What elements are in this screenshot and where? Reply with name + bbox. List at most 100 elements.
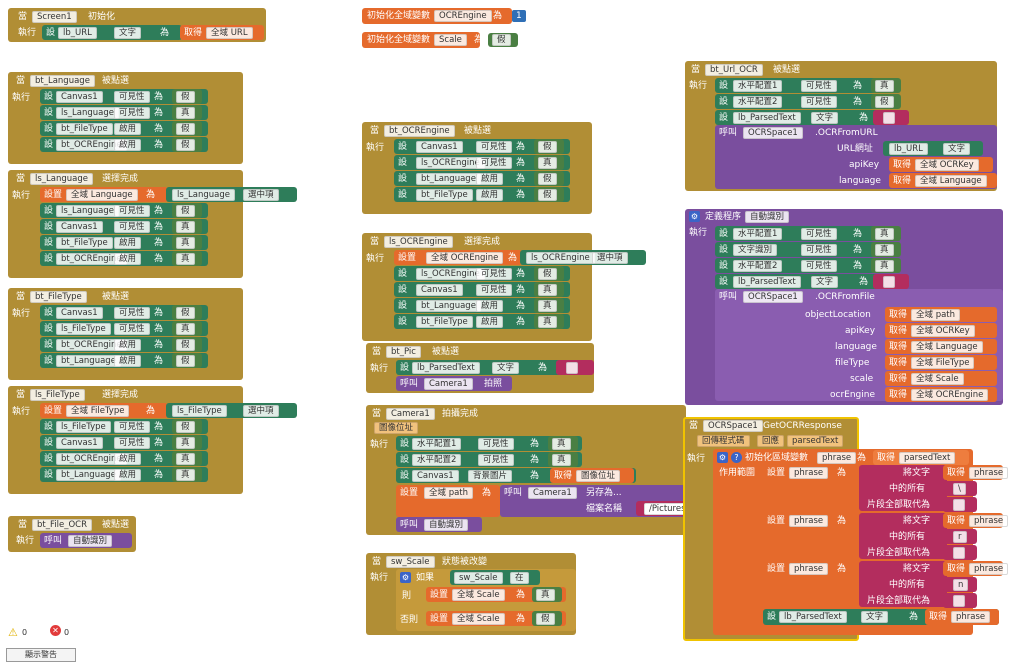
component-dropdown[interactable]: bt_Language — [56, 355, 121, 367]
boolean-dropdown[interactable]: 真 — [176, 237, 195, 249]
component-dropdown[interactable]: ls_Language — [56, 205, 119, 217]
component-dropdown[interactable]: bt_Language — [416, 300, 481, 312]
text-field[interactable] — [883, 276, 895, 288]
boolean-dropdown[interactable]: 真 — [538, 284, 557, 296]
text-field[interactable] — [953, 547, 965, 559]
boolean-dropdown[interactable]: 真 — [176, 323, 195, 335]
boolean-dropdown[interactable]: 真 — [875, 228, 894, 240]
component-dropdown[interactable]: lb_URL — [58, 27, 97, 39]
boolean-dropdown[interactable]: 真 — [176, 437, 195, 449]
variable-dropdown[interactable]: 全域 Scale — [911, 373, 964, 385]
boolean-dropdown[interactable]: 真 — [536, 589, 555, 601]
procedure-dropdown[interactable]: 自動識別 — [424, 519, 469, 531]
variable-dropdown[interactable]: 全域 OCRKey — [915, 159, 979, 171]
text-field[interactable] — [566, 362, 578, 374]
component-dropdown[interactable]: sw_Scale — [454, 572, 503, 584]
property-dropdown[interactable]: 可見性 — [801, 244, 837, 256]
property-dropdown[interactable]: 啟用 — [476, 300, 504, 312]
gear-icon[interactable]: ⚙ — [689, 211, 700, 222]
component-dropdown[interactable]: bt_FileType — [416, 316, 473, 328]
variable-dropdown[interactable]: phrase — [951, 611, 991, 623]
boolean-dropdown[interactable]: 真 — [176, 221, 195, 233]
component-dropdown[interactable]: 水平配置2 — [412, 454, 462, 466]
component-dropdown[interactable]: Canvas1 — [416, 284, 463, 296]
property-dropdown[interactable]: 啟用 — [114, 253, 142, 265]
boolean-dropdown[interactable]: 真 — [538, 300, 557, 312]
text-field[interactable] — [953, 595, 965, 607]
property-dropdown[interactable]: 選中項 — [243, 405, 279, 417]
variable-dropdown[interactable]: parsedText — [899, 452, 956, 464]
help-icon[interactable]: ? — [731, 452, 742, 463]
component-dropdown[interactable]: ls_OCREngine — [416, 268, 485, 280]
property-dropdown[interactable]: 可見性 — [478, 454, 514, 466]
variable-dropdown[interactable]: 全域 Language — [915, 175, 987, 187]
boolean-dropdown[interactable]: 假 — [176, 139, 195, 151]
gear-icon[interactable]: ⚙ — [717, 452, 728, 463]
property-dropdown[interactable]: 啟用 — [476, 316, 504, 328]
variable-dropdown[interactable]: 全域 Language — [911, 341, 983, 353]
component-dropdown[interactable]: ls_FileType — [56, 421, 111, 433]
component-dropdown[interactable]: ls_FileType — [56, 323, 111, 335]
procedure-name-field[interactable]: 自動識別 — [745, 211, 790, 223]
property-dropdown[interactable]: 啟用 — [114, 237, 142, 249]
variable-name-field[interactable]: phrase — [817, 452, 857, 464]
property-dropdown[interactable]: 選中項 — [243, 189, 279, 201]
component-dropdown[interactable]: sw_Scale — [386, 556, 435, 568]
component-dropdown[interactable]: lb_ParsedText — [733, 276, 801, 288]
variable-name-field[interactable]: OCREngine — [434, 10, 492, 22]
property-dropdown[interactable]: 文字 — [114, 27, 142, 39]
variable-dropdown[interactable]: 全域 FileType — [911, 357, 975, 369]
boolean-dropdown[interactable]: 真 — [552, 438, 571, 450]
event-parameter[interactable]: parsedText — [787, 435, 844, 447]
property-dropdown[interactable]: 可見性 — [114, 205, 150, 217]
component-dropdown[interactable]: OCRSpace1 — [743, 291, 803, 303]
boolean-dropdown[interactable]: 真 — [538, 316, 557, 328]
component-dropdown[interactable]: bt_FileType — [30, 291, 87, 303]
variable-dropdown[interactable]: phrase — [789, 467, 829, 479]
component-dropdown[interactable]: OCRSpace1 — [743, 127, 803, 139]
component-dropdown[interactable]: bt_OCREngine — [384, 125, 455, 137]
component-dropdown[interactable]: bt_Language — [416, 173, 481, 185]
warning-indicator[interactable]: ⚠ 0 — [8, 626, 36, 640]
variable-dropdown[interactable]: 全域 OCREngine — [426, 252, 504, 264]
variable-dropdown[interactable]: 全域 Language — [66, 189, 138, 201]
component-dropdown[interactable]: ls_FileType — [30, 389, 85, 401]
component-dropdown[interactable]: lb_ParsedText — [733, 112, 801, 124]
component-dropdown[interactable]: Camera1 — [386, 408, 435, 420]
event-parameter[interactable]: 回應 — [757, 435, 785, 447]
text-field[interactable]: n — [953, 579, 969, 591]
property-dropdown[interactable]: 可見性 — [476, 284, 512, 296]
event-parameter[interactable]: 圖像位址 — [374, 422, 419, 434]
property-dropdown[interactable]: 啟用 — [114, 123, 142, 135]
component-dropdown[interactable]: 水平配置1 — [733, 228, 783, 240]
component-dropdown[interactable]: 水平配置1 — [412, 438, 462, 450]
boolean-dropdown[interactable]: 假 — [538, 173, 557, 185]
component-dropdown[interactable]: 文字識別 — [733, 244, 778, 256]
boolean-dropdown[interactable]: 假 — [176, 421, 195, 433]
text-field[interactable] — [883, 112, 895, 124]
property-dropdown[interactable]: 可見性 — [114, 221, 150, 233]
procedure-dropdown[interactable]: 自動識別 — [68, 535, 113, 547]
property-dropdown[interactable]: 可見性 — [478, 438, 514, 450]
variable-dropdown[interactable]: 全域 Scale — [452, 613, 505, 625]
boolean-dropdown[interactable]: 真 — [875, 260, 894, 272]
boolean-dropdown[interactable]: 真 — [875, 244, 894, 256]
variable-dropdown[interactable]: phrase — [789, 515, 829, 527]
component-dropdown[interactable]: bt_Language — [30, 75, 95, 87]
property-dropdown[interactable]: 啟用 — [476, 173, 504, 185]
variable-dropdown[interactable]: 全域 OCREngine — [911, 389, 989, 401]
boolean-dropdown[interactable]: 假 — [875, 96, 894, 108]
boolean-dropdown[interactable]: 假 — [492, 34, 511, 46]
component-dropdown[interactable]: Canvas1 — [56, 437, 103, 449]
component-dropdown[interactable]: Canvas1 — [56, 221, 103, 233]
boolean-dropdown[interactable]: 假 — [176, 339, 195, 351]
component-dropdown[interactable]: ls_OCREngine — [416, 157, 485, 169]
component-dropdown[interactable]: bt_File_OCR — [32, 519, 92, 531]
component-dropdown[interactable]: lb_URL — [889, 143, 928, 155]
property-dropdown[interactable]: 可見性 — [114, 323, 150, 335]
property-dropdown[interactable]: 可見性 — [114, 91, 150, 103]
component-dropdown[interactable]: ls_FileType — [172, 405, 227, 417]
boolean-dropdown[interactable]: 假 — [536, 613, 555, 625]
component-dropdown[interactable]: ls_Language — [56, 107, 119, 119]
component-dropdown[interactable]: Canvas1 — [56, 91, 103, 103]
